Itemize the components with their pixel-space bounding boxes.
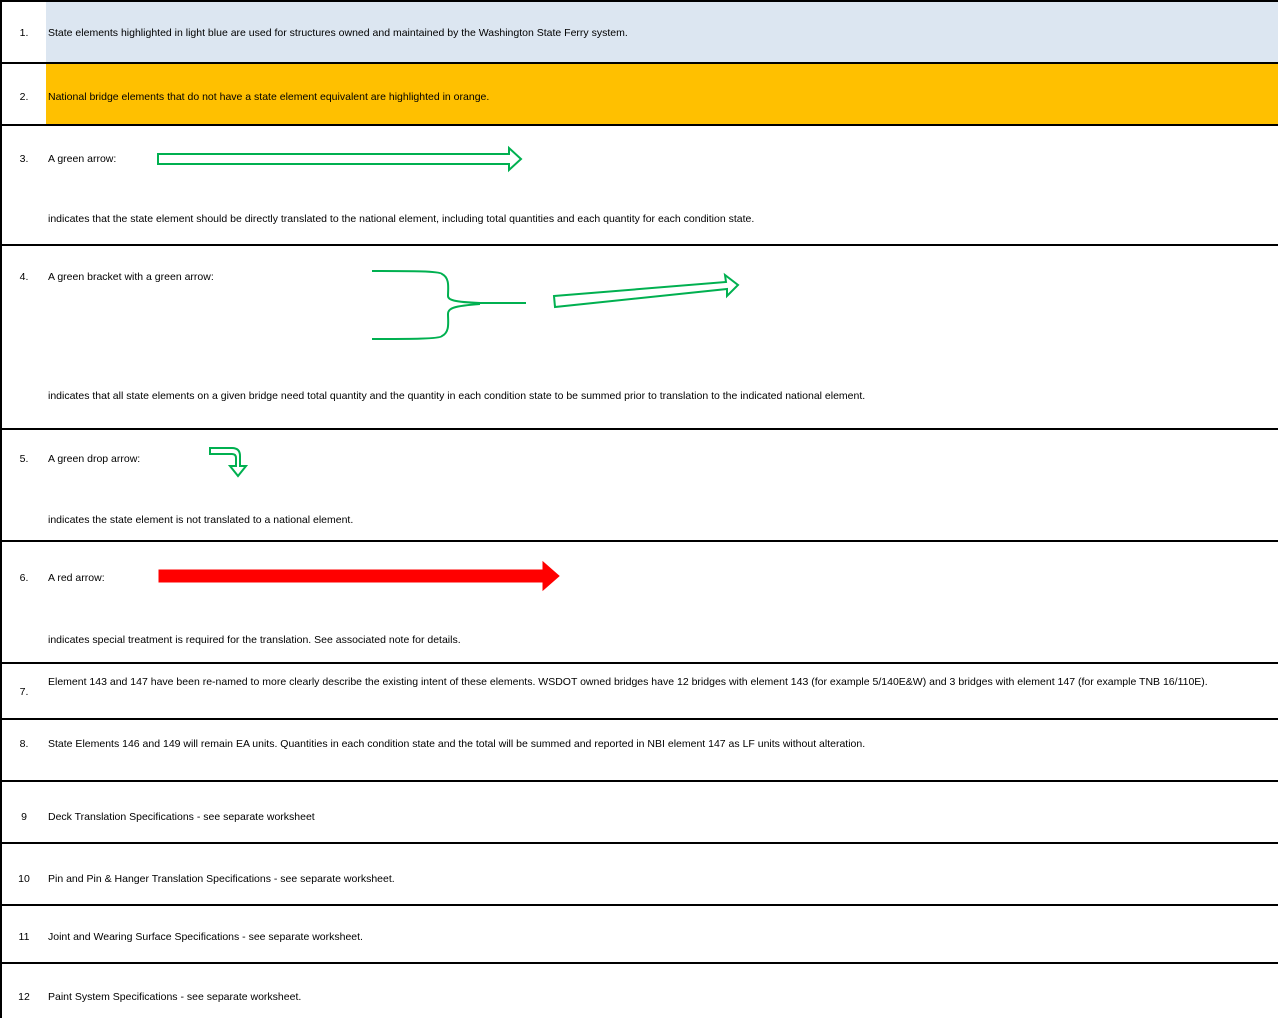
note-text: Deck Translation Specifications - see se… bbox=[48, 811, 315, 823]
green-drop-arrow-icon bbox=[209, 447, 249, 478]
note-row-6: 6. A red arrow: indicates special treatm… bbox=[2, 542, 1278, 664]
green-arrow-icon bbox=[157, 145, 523, 173]
note-text: Element 143 and 147 have been re-named t… bbox=[48, 676, 1208, 688]
note-row-1: 1. State elements highlighted in light b… bbox=[2, 2, 1278, 64]
note-row-9: 9 Deck Translation Specifications - see … bbox=[2, 782, 1278, 844]
note-number: 8. bbox=[19, 738, 29, 750]
note-text: indicates special treatment is required … bbox=[48, 634, 461, 646]
note-label: A green drop arrow: bbox=[48, 453, 141, 465]
note-number: 11 bbox=[18, 931, 30, 943]
note-number: 5. bbox=[19, 453, 29, 465]
note-text: National bridge elements that do not hav… bbox=[48, 91, 490, 103]
note-number: 2. bbox=[19, 91, 29, 103]
note-row-8: 8. State Elements 146 and 149 will remai… bbox=[2, 720, 1278, 782]
note-label: A red arrow: bbox=[48, 572, 105, 584]
note-row-3: 3. A green arrow: indicates that the sta… bbox=[2, 126, 1278, 246]
note-number: 7. bbox=[19, 686, 29, 698]
note-row-10: 10 Pin and Pin & Hanger Translation Spec… bbox=[2, 844, 1278, 906]
note-number: 9 bbox=[21, 811, 27, 823]
note-text: State elements highlighted in light blue… bbox=[48, 27, 628, 39]
note-row-2: 2. National bridge elements that do not … bbox=[2, 64, 1278, 126]
note-text: indicates that the state element should … bbox=[48, 213, 755, 225]
note-row-5: 5. A green drop arrow: indicates the sta… bbox=[2, 430, 1278, 542]
note-text: Joint and Wearing Surface Specifications… bbox=[48, 931, 363, 943]
notes-sheet: 1. State elements highlighted in light b… bbox=[0, 0, 1278, 1018]
note-text: Pin and Pin & Hanger Translation Specifi… bbox=[48, 873, 395, 885]
note-text: State Elements 146 and 149 will remain E… bbox=[48, 738, 866, 750]
red-arrow-icon bbox=[158, 560, 560, 592]
note-number: 3. bbox=[19, 153, 29, 165]
note-number: 1. bbox=[19, 27, 29, 39]
green-bracket-arrow-icon bbox=[371, 270, 740, 340]
note-row-7: 7. Element 143 and 147 have been re-name… bbox=[2, 664, 1278, 720]
note-number: 12 bbox=[18, 991, 30, 1003]
note-text: indicates the state element is not trans… bbox=[48, 514, 354, 526]
note-text: Paint System Specifications - see separa… bbox=[48, 991, 302, 1003]
note-row-12: 12 Paint System Specifications - see sep… bbox=[2, 964, 1278, 1020]
note-label: A green arrow: bbox=[48, 153, 117, 165]
note-row-11: 11 Joint and Wearing Surface Specificati… bbox=[2, 906, 1278, 964]
note-label: A green bracket with a green arrow: bbox=[48, 271, 214, 283]
note-number: 4. bbox=[19, 271, 29, 283]
note-number: 6. bbox=[19, 572, 29, 584]
note-text: indicates that all state elements on a g… bbox=[48, 390, 866, 402]
note-row-4: 4. A green bracket with a green arrow: i… bbox=[2, 246, 1278, 430]
note-number: 10 bbox=[18, 873, 30, 885]
